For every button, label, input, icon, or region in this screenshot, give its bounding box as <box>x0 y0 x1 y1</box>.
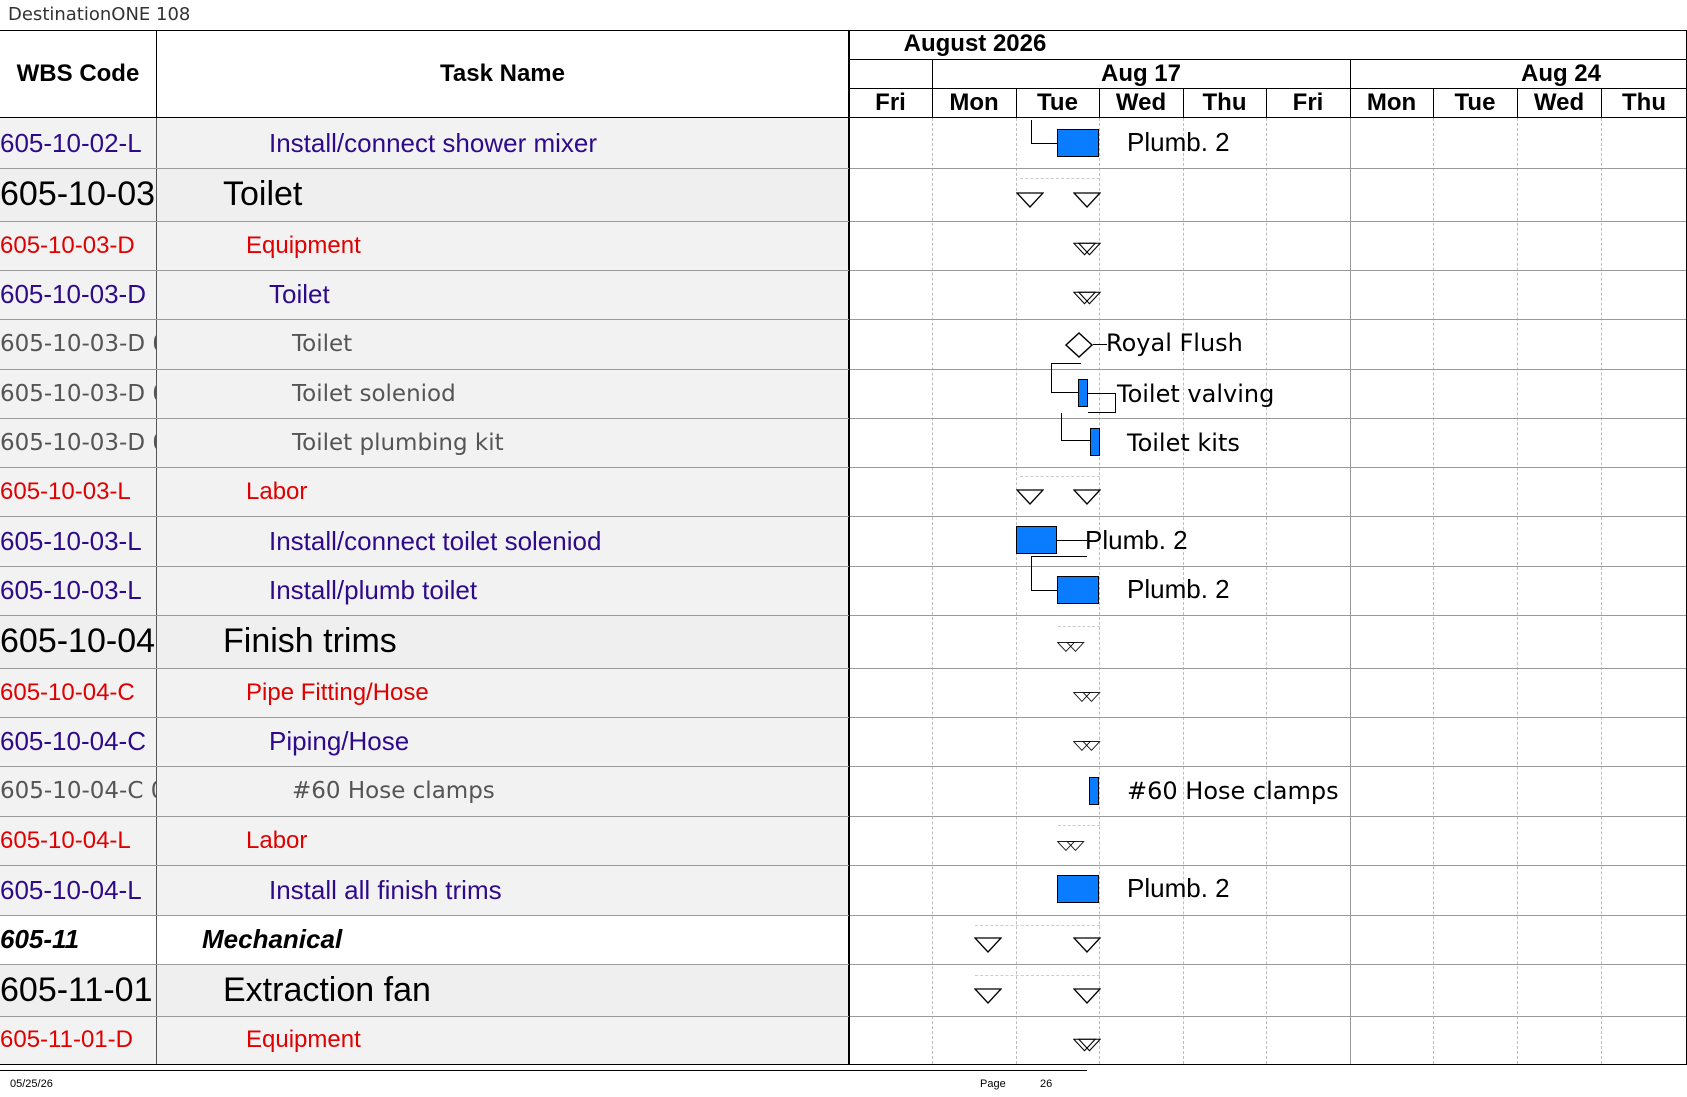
wbs-code: 605-10-04-C <box>0 717 157 766</box>
summary-marker-icon <box>1057 642 1085 653</box>
task-name: Labor <box>157 467 849 516</box>
task-name: Equipment <box>157 221 849 270</box>
task-name: Extraction fan <box>157 964 849 1016</box>
summary-marker-icon <box>1073 242 1101 256</box>
wbs-code: 605-10-04 <box>0 615 157 668</box>
task-name: Toilet <box>157 168 849 221</box>
summary-end-marker-icon <box>1073 988 1101 1004</box>
summary-end-marker-icon <box>1073 937 1101 953</box>
summary-marker-icon <box>1073 692 1101 703</box>
task-name: Toilet soleniod <box>157 369 849 418</box>
task-name: Finish trims <box>157 615 849 668</box>
wbs-code: 605-10-03-D 0 <box>0 418 157 467</box>
gantt-bar[interactable] <box>1057 875 1099 903</box>
footer-page-number: 26 <box>1040 1078 1053 1090</box>
task-name: Install all finish trims <box>157 865 849 915</box>
task-name: Install/connect shower mixer <box>157 118 849 168</box>
gantt-bar-label: Plumb. 2 <box>1127 127 1230 157</box>
gantt-bar-label: #60 Hose clamps <box>1127 777 1339 805</box>
gantt-area <box>850 118 1687 1064</box>
task-name: Labor <box>157 816 849 865</box>
summary-start-marker-icon <box>974 988 1002 1004</box>
footer-page-label: Page <box>980 1078 1006 1090</box>
day-header: Thu <box>1202 89 1247 116</box>
gantt-bar-label: Plumb. 2 <box>1085 525 1188 555</box>
task-name: Pipe Fitting/Hose <box>157 668 849 717</box>
task-name: Toilet <box>157 270 849 319</box>
summary-end-marker-icon <box>1073 192 1101 208</box>
gantt-bar-label: Toilet kits <box>1127 429 1240 457</box>
day-header: Tue <box>1037 89 1078 116</box>
gantt-bar[interactable] <box>1016 526 1057 554</box>
task-name: Piping/Hose <box>157 717 849 766</box>
gantt-bar-label: Toilet valving <box>1117 380 1275 408</box>
day-header: Wed <box>1533 89 1585 116</box>
wbs-code: 605-10-03-L <box>0 467 157 516</box>
wbs-code: 605-10-04-L <box>0 816 157 865</box>
footer-divider <box>0 1070 1087 1071</box>
task-name: #60 Hose clamps <box>157 766 849 816</box>
gantt-bar-label: Plumb. 2 <box>1127 574 1230 604</box>
task-name: Install/plumb toilet <box>157 566 849 615</box>
wbs-code: 605-10-03-D <box>0 221 157 270</box>
wbs-column-header-label: WBS Code <box>16 60 140 87</box>
timeline-week-aug17: Aug 17 <box>1100 60 1181 87</box>
gantt-bar[interactable] <box>1090 428 1100 456</box>
wbs-column-header[interactable]: WBS Code <box>0 30 157 118</box>
wbs-code: 605-10-04-L <box>0 865 157 915</box>
gantt-bar[interactable] <box>1057 576 1099 604</box>
wbs-code: 605-11-01 <box>0 964 157 1016</box>
summary-end-marker-icon <box>1073 489 1101 505</box>
day-header: Mon <box>949 89 999 116</box>
wbs-code: 605-10-03-L <box>0 516 157 566</box>
milestone-diamond-icon[interactable] <box>1064 331 1094 359</box>
day-header: Wed <box>1115 89 1167 116</box>
day-header: Thu <box>1622 89 1666 116</box>
wbs-code: 605-11 <box>0 915 157 964</box>
summary-start-marker-icon <box>1016 192 1044 208</box>
summary-marker-icon <box>1073 741 1101 752</box>
wbs-code: 605-10-03 <box>0 168 157 221</box>
summary-start-marker-icon <box>974 937 1002 953</box>
document-title: DestinationONE 108 <box>8 4 191 25</box>
timeline-week-aug24: Aug 24 <box>1520 60 1601 87</box>
day-header: Fri <box>875 89 906 116</box>
summary-marker-icon <box>1057 841 1085 852</box>
task-column-header-label: Task Name <box>440 60 565 87</box>
task-name: Mechanical <box>157 915 849 964</box>
day-header: Mon <box>1366 89 1417 116</box>
task-name: Install/connect toilet soleniod <box>157 516 849 566</box>
footer-date: 05/25/26 <box>10 1078 53 1090</box>
wbs-code: 605-10-04-C <box>0 668 157 717</box>
day-header: Tue <box>1454 89 1496 116</box>
summary-marker-icon <box>1073 1038 1101 1052</box>
gantt-bar-label: Plumb. 2 <box>1127 873 1230 903</box>
task-name: Toilet plumbing kit <box>157 418 849 467</box>
wbs-code: 605-10-04-C 0 <box>0 766 157 816</box>
wbs-code: 605-10-03-D 0 <box>0 369 157 418</box>
task-name: Toilet <box>157 319 849 369</box>
task-column-header[interactable]: Task Name <box>157 30 849 118</box>
wbs-code: 605-10-03-D 0 <box>0 319 157 369</box>
gantt-bar-label: Royal Flush <box>1106 329 1243 357</box>
schedule-page: DestinationONE 108 WBS Code Task Name Au… <box>0 0 1687 1097</box>
wbs-code: 605-10-02-L <box>0 118 157 168</box>
wbs-code: 605-10-03-D <box>0 270 157 319</box>
gantt-bar[interactable] <box>1078 379 1088 407</box>
gantt-bar[interactable] <box>1089 777 1099 805</box>
summary-marker-icon <box>1073 291 1101 305</box>
wbs-code: 605-11-01-D <box>0 1016 157 1064</box>
timeline-month: August 2026 <box>903 30 1047 57</box>
summary-start-marker-icon <box>1016 489 1044 505</box>
day-header: Fri <box>1292 89 1324 116</box>
task-name: Equipment <box>157 1016 849 1064</box>
wbs-code: 605-10-03-L <box>0 566 157 615</box>
gantt-bar[interactable] <box>1057 129 1099 157</box>
